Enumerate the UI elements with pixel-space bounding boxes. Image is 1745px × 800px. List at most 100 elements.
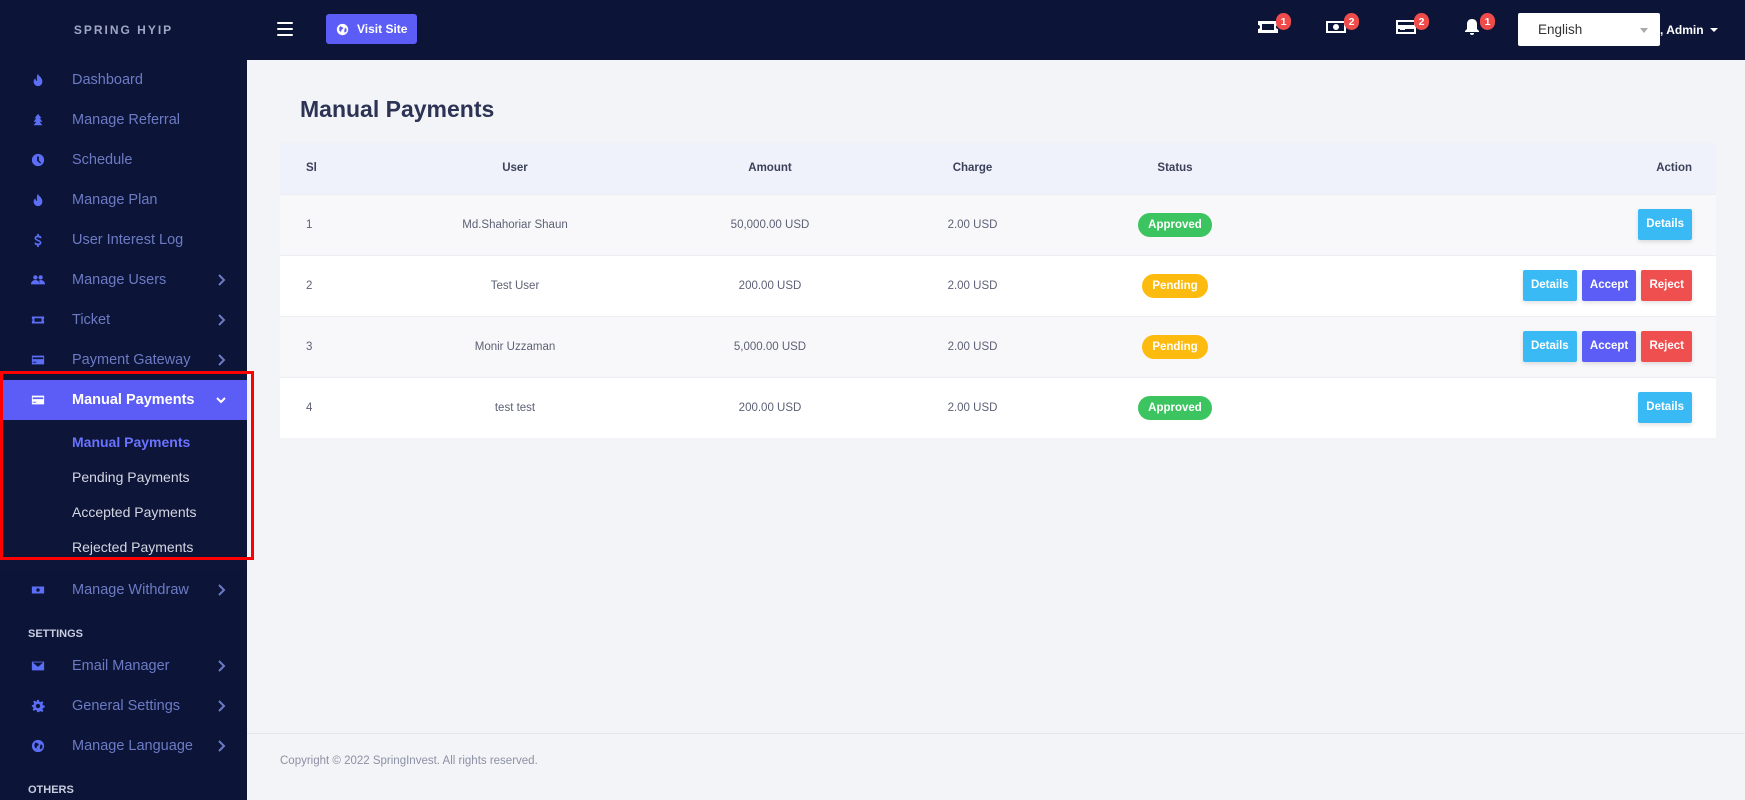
cell-user: Monir Uzzaman xyxy=(474,340,556,353)
sidebar-item-label: Manual Payments xyxy=(72,392,195,408)
sidebar-item-label: User Interest Log xyxy=(72,232,184,248)
sidebar-item-label: Manage Language xyxy=(72,738,193,754)
cell-action: Details Accept Reject xyxy=(1315,316,1716,377)
submenu-manual-payments[interactable]: Manual Payments xyxy=(0,424,247,459)
globe-icon xyxy=(28,739,48,753)
sidebar-item-user-interest-log[interactable]: User Interest Log xyxy=(0,220,247,260)
sidebar-item-payment-gateway[interactable]: Payment Gateway xyxy=(0,340,247,380)
accept-button[interactable]: Accept xyxy=(1581,331,1637,362)
cell-action: Details xyxy=(1315,377,1716,438)
sidebar-item-dashboard[interactable]: Dashboard xyxy=(0,60,247,100)
sidebar-item-label: Email Manager xyxy=(72,658,170,674)
cell-sl: 2 xyxy=(306,279,313,292)
details-button[interactable]: Details xyxy=(1522,331,1577,362)
status-badge: Pending xyxy=(1142,334,1208,359)
reject-button[interactable]: Reject xyxy=(1641,331,1692,362)
accept-button[interactable]: Accept xyxy=(1581,270,1637,301)
sidebar-item-label: General Settings xyxy=(72,698,181,714)
cell-amount: 5,000.00 USD xyxy=(733,340,807,353)
language-value: English xyxy=(1538,22,1583,37)
tree-icon xyxy=(28,113,48,127)
details-button[interactable]: Details xyxy=(1638,209,1692,240)
cell-status: Approved xyxy=(1035,377,1315,438)
table-row: 3 Monir Uzzaman 5,000.00 USD 2.00 USD Pe… xyxy=(280,316,1716,377)
column-header-action: Action xyxy=(1656,162,1692,175)
reject-button[interactable]: Reject xyxy=(1641,270,1692,301)
sidebar-item-label: Manage Withdraw xyxy=(72,582,189,598)
page-title: Manual Payments xyxy=(300,96,495,122)
ticket-notification-icon[interactable]: 1 xyxy=(1257,13,1291,40)
others-section-title: OTHERS xyxy=(28,784,74,796)
details-button[interactable]: Details xyxy=(1638,392,1692,424)
cell-status: Pending xyxy=(1035,255,1315,316)
table-row: 4 test test 200.00 USD 2.00 USD Approved… xyxy=(280,377,1716,438)
cell-status: Approved xyxy=(1035,194,1315,255)
submenu-pending-payments[interactable]: Pending Payments xyxy=(0,459,247,494)
dollar-icon xyxy=(28,233,48,247)
sidebar-item-general-settings[interactable]: General Settings xyxy=(0,686,247,726)
cell-user: Md.Shahoriar Shaun xyxy=(462,218,568,231)
visit-site-label: Visit Site xyxy=(357,22,408,36)
cell-user: test test xyxy=(494,401,536,414)
column-header-status: Status xyxy=(1157,162,1193,175)
footer: Copyright © 2022 SpringInvest. All right… xyxy=(247,733,1745,800)
cell-charge: 2.00 USD xyxy=(947,218,998,231)
visit-site-button[interactable]: Visit Site xyxy=(326,14,418,44)
payments-table-card: Sl User Amount Charge Status Action 1 Md… xyxy=(280,143,1716,438)
table-header-row: Sl User Amount Charge Status Action xyxy=(280,143,1716,194)
chevron-right-icon xyxy=(215,313,227,331)
hamburger-menu-icon[interactable] xyxy=(277,22,293,36)
sidebar-item-email-manager[interactable]: Email Manager xyxy=(0,646,247,686)
chevron-right-icon xyxy=(215,659,227,677)
fire-icon xyxy=(28,193,48,207)
chevron-right-icon xyxy=(215,353,227,371)
cell-charge: 2.00 USD xyxy=(947,401,998,414)
submenu-rejected-payments[interactable]: Rejected Payments xyxy=(0,529,247,564)
sidebar-item-manage-users[interactable]: Manage Users xyxy=(0,260,247,300)
topbar: Visit Site 1 2 2 1 English Hi, Admin xyxy=(247,0,1745,60)
column-header-charge: Charge xyxy=(952,162,993,175)
sidebar-item-manual-payments[interactable]: Manual Payments xyxy=(0,380,247,420)
chevron-right-icon xyxy=(215,739,227,757)
sidebar-item-label: Dashboard xyxy=(72,72,143,88)
status-badge: Approved xyxy=(1138,395,1212,420)
sidebar-item-ticket[interactable]: Ticket xyxy=(0,300,247,340)
status-badge: Pending xyxy=(1142,273,1208,298)
cell-amount: 200.00 USD xyxy=(738,279,802,292)
bell-icon[interactable]: 1 xyxy=(1461,13,1495,40)
credit-card-notification-icon[interactable]: 2 xyxy=(1395,13,1429,40)
chevron-down-icon xyxy=(1640,28,1648,33)
sidebar-item-label: Ticket xyxy=(72,312,111,328)
column-header-user: User xyxy=(502,162,528,175)
column-header-sl: Sl xyxy=(306,162,317,175)
details-button[interactable]: Details xyxy=(1522,270,1577,301)
language-select[interactable]: English xyxy=(1518,13,1660,46)
ticket-icon xyxy=(28,313,48,327)
status-badge: Approved xyxy=(1138,212,1212,237)
caret-down-icon xyxy=(1709,28,1718,32)
payments-table: Sl User Amount Charge Status Action 1 Md… xyxy=(280,143,1716,438)
submenu-accepted-payments[interactable]: Accepted Payments xyxy=(0,494,247,529)
copyright-text: Copyright © 2022 SpringInvest. All right… xyxy=(280,755,538,767)
fire-icon xyxy=(28,73,48,87)
sidebar-item-schedule[interactable]: Schedule xyxy=(0,140,247,180)
sidebar-item-manage-language[interactable]: Manage Language xyxy=(0,726,247,766)
column-header-amount: Amount xyxy=(748,162,792,175)
cell-user: Test User xyxy=(490,279,540,292)
cell-sl: 4 xyxy=(306,401,313,414)
cell-amount: 50,000.00 USD xyxy=(730,218,810,231)
sidebar-item-manage-withdraw[interactable]: Manage Withdraw xyxy=(0,570,247,610)
sidebar-item-manage-plan[interactable]: Manage Plan xyxy=(0,180,247,220)
sidebar-item-label: Schedule xyxy=(72,152,133,168)
admin-menu[interactable]: Hi, Admin xyxy=(1648,0,1718,60)
settings-section-title: SETTINGS xyxy=(28,628,84,640)
cell-sl: 1 xyxy=(306,218,313,231)
money-count-badge: 2 xyxy=(1344,13,1359,30)
table-row: 1 Md.Shahoriar Shaun 50,000.00 USD 2.00 … xyxy=(280,194,1716,255)
chevron-right-icon xyxy=(215,273,227,291)
clock-icon xyxy=(28,153,48,167)
sidebar-item-manage-referral[interactable]: Manage Referral xyxy=(0,100,247,140)
ticket-count-badge: 1 xyxy=(1276,13,1291,30)
money-notification-icon[interactable]: 2 xyxy=(1325,13,1359,40)
sidebar-item-label: Manage Users xyxy=(72,272,167,288)
